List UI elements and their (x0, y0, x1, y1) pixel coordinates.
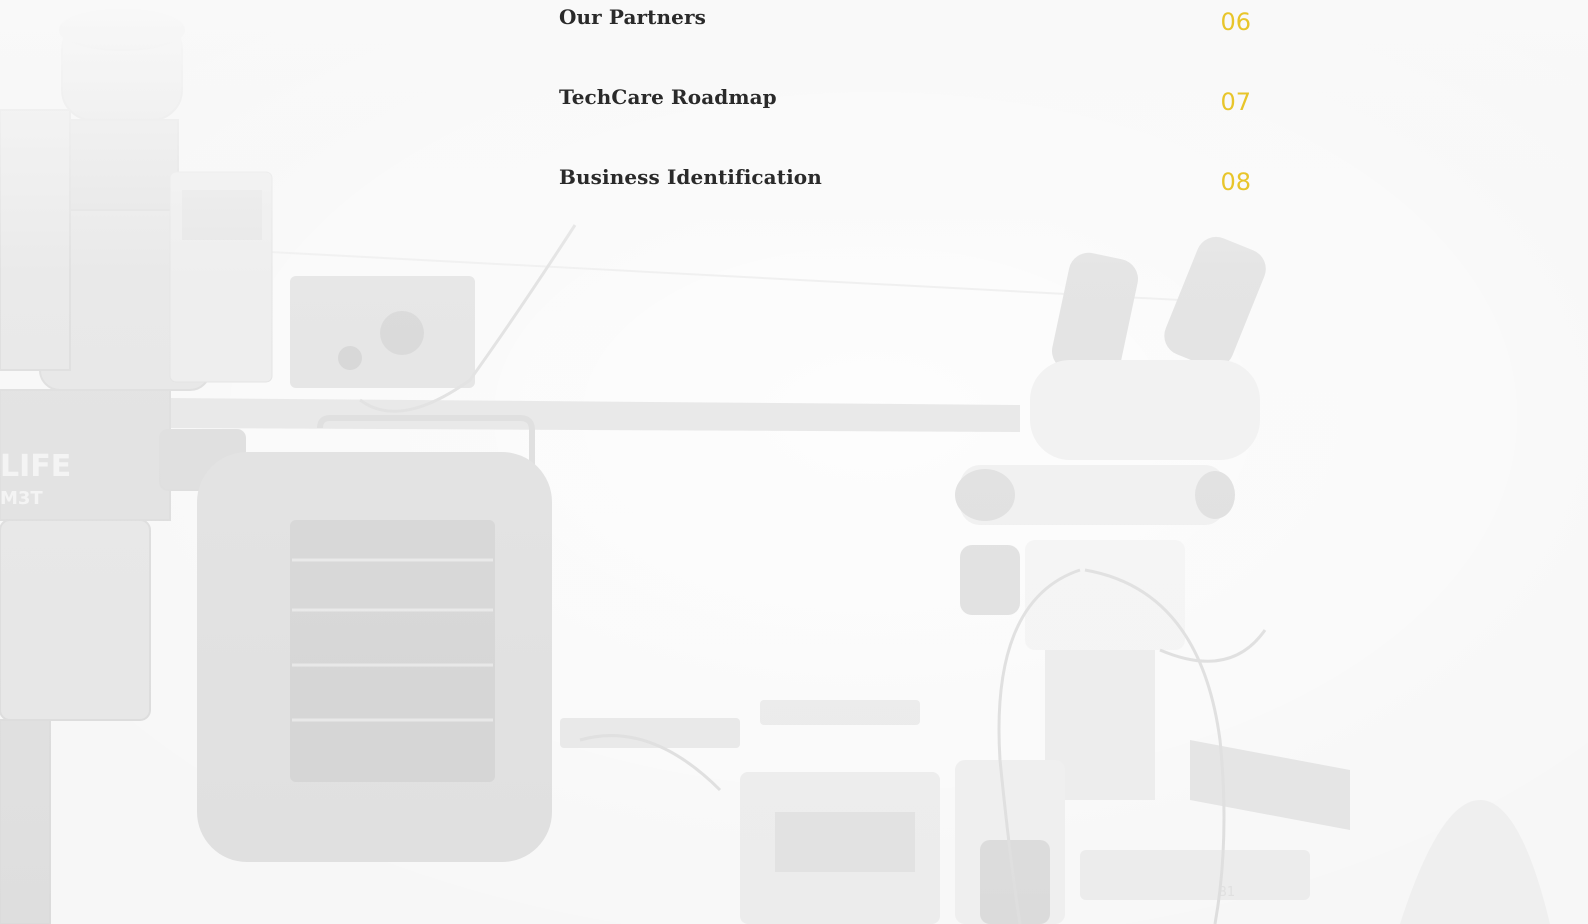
toc-item-techcare-roadmap[interactable]: TechCare Roadmap 07 (559, 85, 1251, 125)
document-page: LIFE M3T (0, 0, 1588, 924)
toc-item-our-partners[interactable]: Our Partners 06 (559, 5, 1251, 45)
toc-item-page-number: 07 (1220, 88, 1251, 116)
toc-item-page-number: 08 (1220, 168, 1251, 196)
toc-item-label: TechCare Roadmap (559, 85, 777, 109)
toc-item-label: Our Partners (559, 5, 706, 29)
toc-item-label: Business Identification (559, 165, 822, 189)
workbench-photo-background: LIFE M3T (0, 0, 1588, 924)
toc-item-business-identification[interactable]: Business Identification 08 (559, 165, 1251, 205)
toc-item-page-number: 06 (1220, 8, 1251, 36)
